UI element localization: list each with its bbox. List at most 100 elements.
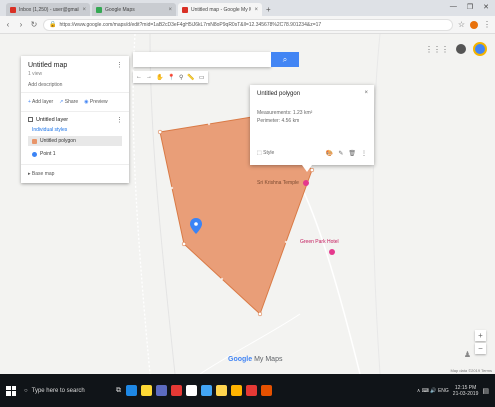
- avatar[interactable]: [473, 42, 487, 56]
- secure-lock-icon[interactable]: 🔒: [49, 21, 56, 28]
- clock[interactable]: 12:15 PM 21-03-2019: [453, 385, 479, 397]
- add-marker-icon[interactable]: 📍: [167, 74, 174, 81]
- add-layer-button[interactable]: + Add layer: [28, 99, 53, 105]
- camera-icon[interactable]: [186, 385, 197, 396]
- map-title[interactable]: Untitled map: [28, 62, 122, 69]
- maximize-button[interactable]: ❐: [467, 3, 473, 11]
- redo-icon[interactable]: →: [146, 74, 152, 80]
- tab-my-maps[interactable]: Untitled map - Google My Maps ×: [178, 3, 262, 16]
- forward-icon[interactable]: ›: [17, 20, 25, 29]
- map-header: Untitled map 1 view Add description ⋮: [21, 56, 129, 93]
- mymaps-favicon-icon: [182, 6, 188, 13]
- notification-center-icon[interactable]: ▤: [482, 387, 489, 395]
- paint-style-icon[interactable]: 🎨: [326, 150, 333, 157]
- browser-menu-icon[interactable]: ⋮: [483, 20, 491, 29]
- url-field[interactable]: 🔒 https://www.google.com/maps/d/edit?mid…: [43, 18, 453, 31]
- edge-icon[interactable]: [126, 385, 137, 396]
- layer-item-point[interactable]: Point 1: [28, 149, 122, 159]
- windows-taskbar: ○ Type here to search ⧉ ∧ ⌨ 🔊 ENG 12:15 …: [0, 374, 495, 407]
- popup-style-link[interactable]: ⬚ Style: [257, 150, 274, 157]
- zoom-out-button[interactable]: −: [475, 343, 486, 354]
- poi-hotel-icon: [329, 249, 335, 255]
- tab-gmail[interactable]: Inbox (1,250) - user@gmail.com - Gmail ×: [6, 3, 90, 16]
- popup-perimeter: Perimeter: 4.56 km: [257, 118, 300, 124]
- base-map-toggle[interactable]: ▸ Base map: [21, 165, 129, 183]
- poi-temple-icon: [303, 180, 309, 186]
- close-tab-icon[interactable]: ×: [168, 7, 172, 13]
- gmail-favicon-icon: [10, 6, 16, 13]
- search-button[interactable]: ⌕: [271, 52, 299, 67]
- pinned-apps: [126, 385, 272, 396]
- address-bar: ‹ › ↻ 🔒 https://www.google.com/maps/d/ed…: [0, 16, 495, 34]
- account-controls: ⋮⋮⋮: [425, 42, 487, 56]
- layer-item-polygon[interactable]: Untitled polygon: [28, 136, 122, 146]
- feature-info-popup: Untitled polygon × Measurements: 1.23 km…: [250, 85, 374, 165]
- reload-icon[interactable]: ↻: [30, 20, 38, 29]
- maps-favicon-icon: [96, 6, 102, 13]
- tab-google-maps[interactable]: Google Maps ×: [92, 3, 176, 16]
- close-icon[interactable]: ×: [364, 90, 368, 96]
- marker-swatch-icon: [32, 151, 37, 157]
- layer-title[interactable]: Untitled layer: [28, 117, 122, 123]
- poi-label[interactable]: Sri Krishna Temple: [257, 180, 299, 186]
- store-icon[interactable]: [156, 385, 167, 396]
- map-data-attribution[interactable]: Map data ©2019 Terms: [450, 368, 492, 373]
- popup-title[interactable]: Untitled polygon: [257, 91, 367, 97]
- measure-icon[interactable]: 📏: [187, 74, 194, 81]
- window-controls: — ❐ ✕: [450, 3, 489, 11]
- new-tab-button[interactable]: +: [266, 5, 276, 15]
- extension-icon[interactable]: [470, 20, 478, 29]
- browser-actions: ☆ ⋮: [458, 20, 491, 29]
- browser-tab-bar: Inbox (1,250) - user@gmail.com - Gmail ×…: [0, 0, 495, 16]
- back-icon[interactable]: ‹: [4, 20, 12, 29]
- map-toolbar: ← → ✋ 📍 ⚲ 📏 ▭: [133, 71, 208, 83]
- opera-icon[interactable]: [246, 385, 257, 396]
- map-canvas[interactable]: Sri Krishna Temple Green Park Hotel Unti…: [0, 34, 495, 374]
- search-input[interactable]: [133, 52, 271, 67]
- bookmark-star-icon[interactable]: ☆: [458, 20, 465, 29]
- delete-icon[interactable]: 🗑: [348, 150, 356, 157]
- layer-checkbox[interactable]: [28, 117, 33, 123]
- google-logo: Google My Maps: [228, 356, 283, 363]
- more-icon[interactable]: ⋮: [361, 150, 367, 157]
- paint-icon[interactable]: [231, 385, 242, 396]
- preview-button[interactable]: ◉ Preview: [84, 99, 108, 105]
- apps-grid-icon[interactable]: ⋮⋮⋮: [425, 45, 449, 54]
- windows-start-icon[interactable]: [6, 385, 16, 396]
- map-description[interactable]: Add description: [28, 82, 122, 88]
- firefox-icon[interactable]: [261, 385, 272, 396]
- tab-title: Google Maps: [105, 6, 135, 13]
- share-button[interactable]: ↗ Share: [59, 99, 78, 105]
- mail-icon[interactable]: [171, 385, 182, 396]
- preview-icon: ◉: [84, 99, 89, 105]
- minimize-button[interactable]: —: [450, 3, 457, 11]
- individual-styles-link[interactable]: Individual styles: [32, 127, 122, 133]
- pegman-icon[interactable]: ♟: [464, 350, 471, 359]
- add-directions-icon[interactable]: ▭: [199, 74, 205, 81]
- popup-tail: [302, 165, 312, 172]
- notifications-icon[interactable]: [456, 44, 466, 54]
- hand-tool-icon[interactable]: ✋: [156, 74, 163, 81]
- weather-icon[interactable]: [201, 385, 212, 396]
- more-options-icon[interactable]: ⋮: [116, 61, 123, 69]
- tray-icons[interactable]: ∧ ⌨ 🔊 ENG: [417, 388, 449, 394]
- system-tray: ∧ ⌨ 🔊 ENG 12:15 PM 21-03-2019 ▤: [417, 385, 489, 397]
- draw-line-icon[interactable]: ⚲: [179, 74, 183, 81]
- file-explorer-icon[interactable]: [141, 385, 152, 396]
- sticky-notes-icon[interactable]: [216, 385, 227, 396]
- popup-measurement: Measurements: 1.23 km²: [257, 110, 313, 116]
- poi-label[interactable]: Green Park Hotel: [300, 239, 339, 245]
- edit-icon[interactable]: ✎: [338, 150, 343, 157]
- layer-options-icon[interactable]: ⋮: [116, 116, 123, 124]
- layer-section: Untitled layer ⋮ Individual styles Untit…: [21, 112, 129, 165]
- undo-icon[interactable]: ←: [136, 74, 142, 80]
- taskbar-search[interactable]: ○ Type here to search: [21, 384, 111, 398]
- zoom-in-button[interactable]: +: [475, 330, 486, 341]
- close-tab-icon[interactable]: ×: [254, 7, 258, 13]
- share-icon: ↗: [59, 99, 64, 105]
- task-view-icon[interactable]: ⧉: [116, 387, 121, 395]
- url-text: https://www.google.com/maps/d/edit?mid=1…: [59, 21, 322, 28]
- close-window-button[interactable]: ✕: [483, 3, 489, 11]
- popup-footer: ⬚ Style 🎨 ✎ 🗑 ⋮: [257, 150, 367, 157]
- close-tab-icon[interactable]: ×: [82, 7, 86, 13]
